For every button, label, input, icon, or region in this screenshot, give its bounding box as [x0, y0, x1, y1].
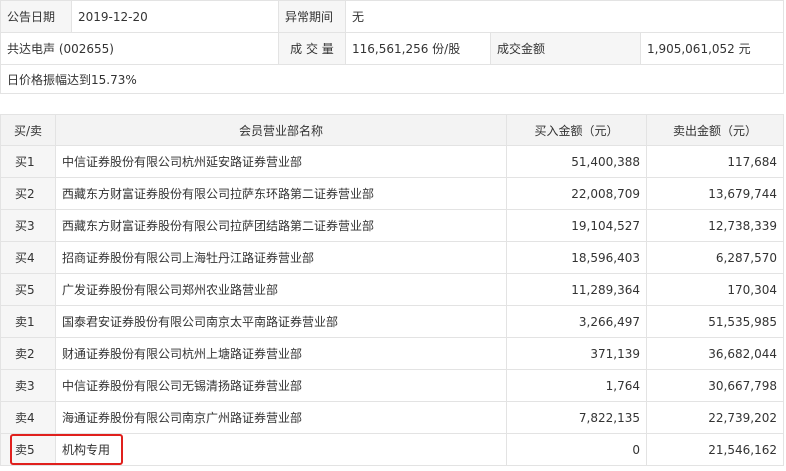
row-buy-amount: 371,139 — [506, 337, 647, 370]
header-buy-amount: 买入金额（元） — [506, 114, 647, 146]
row-side: 卖2 — [0, 337, 56, 370]
row-sell-amount: 117,684 — [646, 145, 784, 178]
header-dept: 会员营业部名称 — [55, 114, 507, 146]
row-buy-amount: 3,266,497 — [506, 305, 647, 338]
table-row: 买2 西藏东方财富证券股份有限公司拉萨东环路第二证券营业部 22,008,709 13… — [0, 177, 784, 210]
info-row-note: 日价格振幅达到15.73% — [0, 64, 785, 94]
table-row: 买3 西藏东方财富证券股份有限公司拉萨团结路第二证券营业部 19,104,527 12… — [0, 209, 784, 242]
trade-amount-value: 1,905,061,052 元 — [639, 32, 785, 65]
row-dept-name: 中信证券股份有限公司无锡清扬路证券营业部 — [55, 369, 507, 402]
row-side: 卖1 — [0, 305, 56, 338]
row-buy-amount: 0 — [506, 433, 647, 466]
row-dept-name: 财通证券股份有限公司杭州上塘路证券营业部 — [55, 337, 507, 370]
volume-value: 116,561,256 份/股 — [345, 32, 491, 65]
info-row-volume: 共达电声 (002655) 成 交 量 116,561,256 份/股 成交金额… — [0, 32, 785, 65]
row-dept-name: 西藏东方财富证券股份有限公司拉萨团结路第二证券营业部 — [55, 209, 507, 242]
table-body: 买1 中信证券股份有限公司杭州延安路证券营业部 51,400,388 117,684 买… — [0, 145, 784, 466]
row-buy-amount: 7,822,135 — [506, 401, 647, 434]
announcement-date-value: 2019-12-20 — [71, 0, 279, 33]
row-dept-name: 机构专用 — [55, 433, 507, 466]
row-side: 买2 — [0, 177, 56, 210]
row-dept-name: 海通证券股份有限公司南京广州路证券营业部 — [55, 401, 507, 434]
row-sell-amount: 36,682,044 — [646, 337, 784, 370]
row-buy-amount: 51,400,388 — [506, 145, 647, 178]
row-dept-name: 西藏东方财富证券股份有限公司拉萨东环路第二证券营业部 — [55, 177, 507, 210]
table-row: 买5 广发证券股份有限公司郑州农业路营业部 11,289,364 170,304 — [0, 273, 784, 306]
table-row: 卖1 国泰君安证券股份有限公司南京太平南路证券营业部 3,266,497 51,535… — [0, 305, 784, 338]
table-row: 卖4 海通证券股份有限公司南京广州路证券营业部 7,822,135 22,739,20… — [0, 401, 784, 434]
row-dept-name: 招商证券股份有限公司上海牡丹江路证券营业部 — [55, 241, 507, 274]
row-sell-amount: 170,304 — [646, 273, 784, 306]
row-buy-amount: 1,764 — [506, 369, 647, 402]
header-side: 买/卖 — [0, 114, 56, 146]
row-side: 卖3 — [0, 369, 56, 402]
table-row: 买1 中信证券股份有限公司杭州延安路证券营业部 51,400,388 117,684 — [0, 145, 784, 178]
row-dept-name: 广发证券股份有限公司郑州农业路营业部 — [55, 273, 507, 306]
row-sell-amount: 6,287,570 — [646, 241, 784, 274]
table-row: 买4 招商证券股份有限公司上海牡丹江路证券营业部 18,596,403 6,287,5… — [0, 241, 784, 274]
trade-amount-label: 成交金额 — [490, 32, 641, 65]
row-sell-amount: 21,546,162 — [646, 433, 784, 466]
header-sell-amount: 卖出金额（元） — [646, 114, 784, 146]
row-sell-amount: 30,667,798 — [646, 369, 784, 402]
info-row-date: 公告日期 2019-12-20 异常期间 无 — [0, 0, 785, 33]
row-sell-amount: 51,535,985 — [646, 305, 784, 338]
table-header-row: 买/卖 会员营业部名称 买入金额（元） 卖出金额（元） — [0, 114, 784, 146]
row-side: 卖5 — [0, 433, 56, 466]
anomaly-period-value: 无 — [344, 0, 785, 33]
trading-detail-table: 买/卖 会员营业部名称 买入金额（元） 卖出金额（元） 买1 中信证券股份有限公司… — [0, 114, 784, 466]
row-buy-amount: 22,008,709 — [506, 177, 647, 210]
row-side: 买4 — [0, 241, 56, 274]
table-row: 卖3 中信证券股份有限公司无锡清扬路证券营业部 1,764 30,667,798 — [0, 369, 784, 402]
row-side: 买1 — [0, 145, 56, 178]
table-row: 卖2 财通证券股份有限公司杭州上塘路证券营业部 371,139 36,682,044 — [0, 337, 784, 370]
row-sell-amount: 12,738,339 — [646, 209, 784, 242]
anomaly-period-label: 异常期间 — [278, 0, 346, 33]
row-dept-name: 国泰君安证券股份有限公司南京太平南路证券营业部 — [55, 305, 507, 338]
stock-name: 共达电声 (002655) — [0, 32, 279, 65]
row-side: 卖4 — [0, 401, 56, 434]
row-buy-amount: 11,289,364 — [506, 273, 647, 306]
row-buy-amount: 19,104,527 — [506, 209, 647, 242]
row-side: 买5 — [0, 273, 56, 306]
amplitude-note: 日价格振幅达到15.73% — [0, 64, 785, 94]
row-side: 买3 — [0, 209, 56, 242]
row-sell-amount: 13,679,744 — [646, 177, 784, 210]
volume-label: 成 交 量 — [278, 32, 346, 65]
row-sell-amount: 22,739,202 — [646, 401, 784, 434]
row-dept-name: 中信证券股份有限公司杭州延安路证券营业部 — [55, 145, 507, 178]
announcement-info-table: 公告日期 2019-12-20 异常期间 无 共达电声 (002655) 成 交… — [0, 0, 785, 94]
announcement-date-label: 公告日期 — [0, 0, 72, 33]
table-row: 卖5 机构专用 0 21,546,162 — [0, 433, 784, 466]
row-buy-amount: 18,596,403 — [506, 241, 647, 274]
